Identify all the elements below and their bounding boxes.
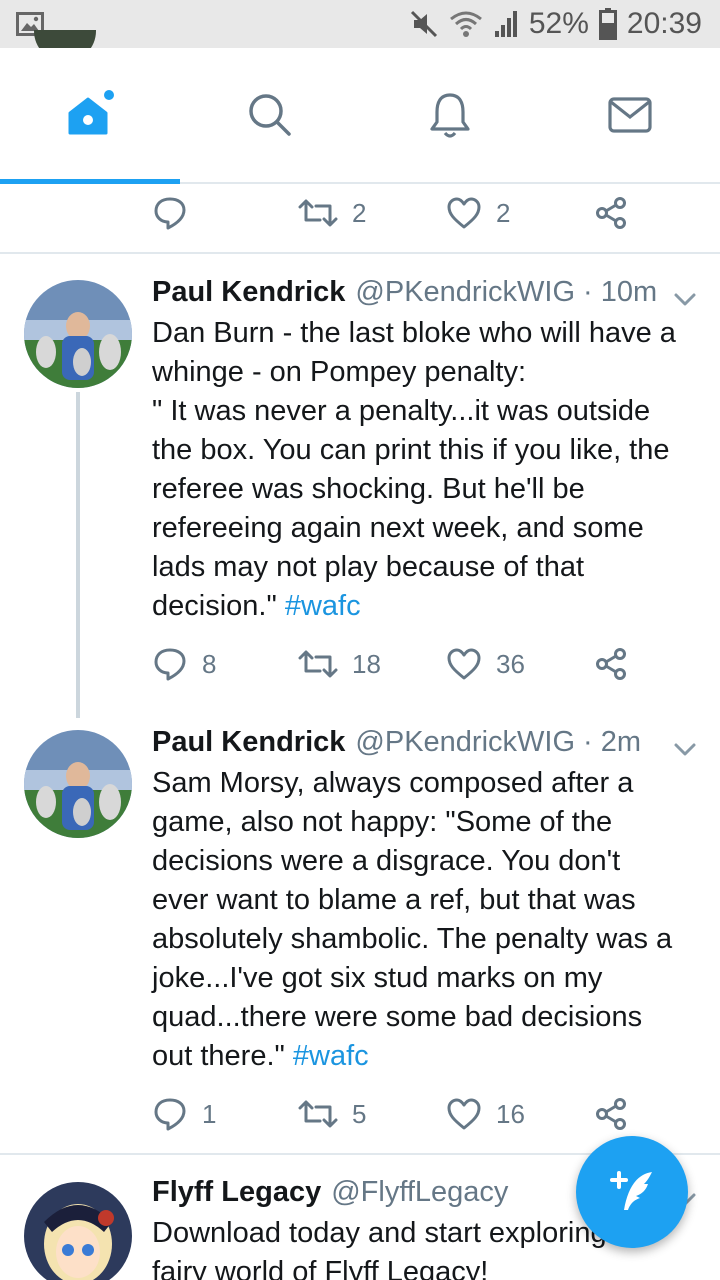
reply-button[interactable]: 1: [152, 1092, 216, 1136]
separator-dot: ·: [583, 276, 593, 308]
heart-icon: [447, 1098, 481, 1130]
tweet-header: Flyff Legacy @FlyffLegacy: [152, 1176, 508, 1216]
avatar[interactable]: [24, 280, 132, 388]
tweet-header: Paul Kendrick @PKendrickWIG · 2m: [152, 726, 641, 766]
tweet-time[interactable]: 2m: [601, 726, 641, 759]
share-icon: [596, 197, 626, 229]
author-name[interactable]: Flyff Legacy: [152, 1176, 321, 1209]
author-handle[interactable]: @FlyffLegacy: [331, 1176, 508, 1209]
divider: [0, 252, 720, 254]
share-icon: [596, 648, 626, 680]
signal-icon: [494, 11, 517, 37]
retweet-button[interactable]: 5: [298, 1092, 366, 1136]
reply-icon: [154, 1098, 186, 1131]
author-name[interactable]: Paul Kendrick: [152, 276, 345, 309]
reply-button[interactable]: 8: [152, 642, 216, 686]
retweet-count: 2: [352, 197, 367, 228]
tab-home[interactable]: [0, 48, 180, 184]
tab-messages[interactable]: [540, 48, 720, 182]
hashtag-link[interactable]: #wafc: [293, 1040, 369, 1072]
active-tab-indicator: [0, 179, 180, 184]
share-button[interactable]: [594, 1092, 628, 1136]
retweet-count: 18: [352, 648, 381, 679]
reply-button[interactable]: [152, 191, 188, 235]
like-count: 36: [496, 648, 525, 679]
like-button[interactable]: 2: [446, 191, 510, 235]
tweet-actions: 8 18 36: [152, 642, 652, 686]
like-button[interactable]: 16: [446, 1092, 525, 1136]
previous-tweet-actions: 2 2: [152, 191, 652, 235]
compose-feather-icon: [610, 1171, 652, 1210]
tweet-actions: 1 5 16: [152, 1092, 652, 1136]
like-count: 16: [496, 1098, 525, 1129]
chevron-down-icon[interactable]: [670, 284, 700, 314]
tab-notifications[interactable]: [360, 48, 540, 182]
hashtag-link[interactable]: #wafc: [285, 590, 361, 622]
reply-icon: [154, 648, 186, 681]
like-count: 2: [496, 197, 511, 228]
clock: 20:39: [626, 7, 702, 40]
retweet-button[interactable]: 18: [298, 642, 381, 686]
battery-percent: 52%: [528, 7, 589, 40]
reply-count: 8: [202, 648, 217, 679]
author-name[interactable]: Paul Kendrick: [152, 726, 345, 759]
retweet-icon: [298, 650, 338, 678]
top-nav-bar: [0, 48, 720, 184]
home-icon: [68, 90, 114, 135]
heart-icon: [447, 648, 481, 680]
thread-line: [76, 392, 80, 718]
avatar[interactable]: [24, 1182, 132, 1280]
reply-count: 1: [202, 1098, 217, 1129]
reply-icon: [154, 197, 186, 230]
tab-search[interactable]: [180, 48, 360, 182]
bell-icon: [430, 93, 470, 138]
tweet-text: Sam Morsy, always composed after a game,…: [152, 767, 673, 1072]
share-button[interactable]: [594, 642, 628, 686]
retweet-icon: [298, 1100, 338, 1128]
compose-tweet-button[interactable]: [576, 1136, 688, 1248]
retweet-count: 5: [352, 1098, 367, 1129]
tweet-header: Paul Kendrick @PKendrickWIG · 10m: [152, 276, 657, 316]
mute-icon: [410, 10, 437, 38]
like-button[interactable]: 36: [446, 642, 525, 686]
status-bar: 52% 20:39: [0, 0, 720, 48]
tweet-time[interactable]: 10m: [601, 276, 657, 309]
avatar[interactable]: [24, 730, 132, 838]
retweet-icon: [298, 199, 338, 227]
search-icon: [249, 94, 291, 136]
mail-icon: [608, 97, 652, 133]
author-handle[interactable]: @PKendrickWIG: [355, 726, 575, 759]
share-button[interactable]: [594, 191, 628, 235]
retweet-button[interactable]: 2: [298, 191, 366, 235]
battery-icon: [598, 8, 617, 40]
tweet-text: Dan Burn - the last bloke who will have …: [152, 317, 676, 622]
chevron-down-icon[interactable]: [670, 734, 700, 764]
heart-icon: [447, 197, 481, 229]
author-handle[interactable]: @PKendrickWIG: [355, 276, 575, 309]
share-icon: [596, 1098, 626, 1130]
separator-dot: ·: [583, 726, 593, 758]
wifi-icon: [449, 11, 482, 37]
